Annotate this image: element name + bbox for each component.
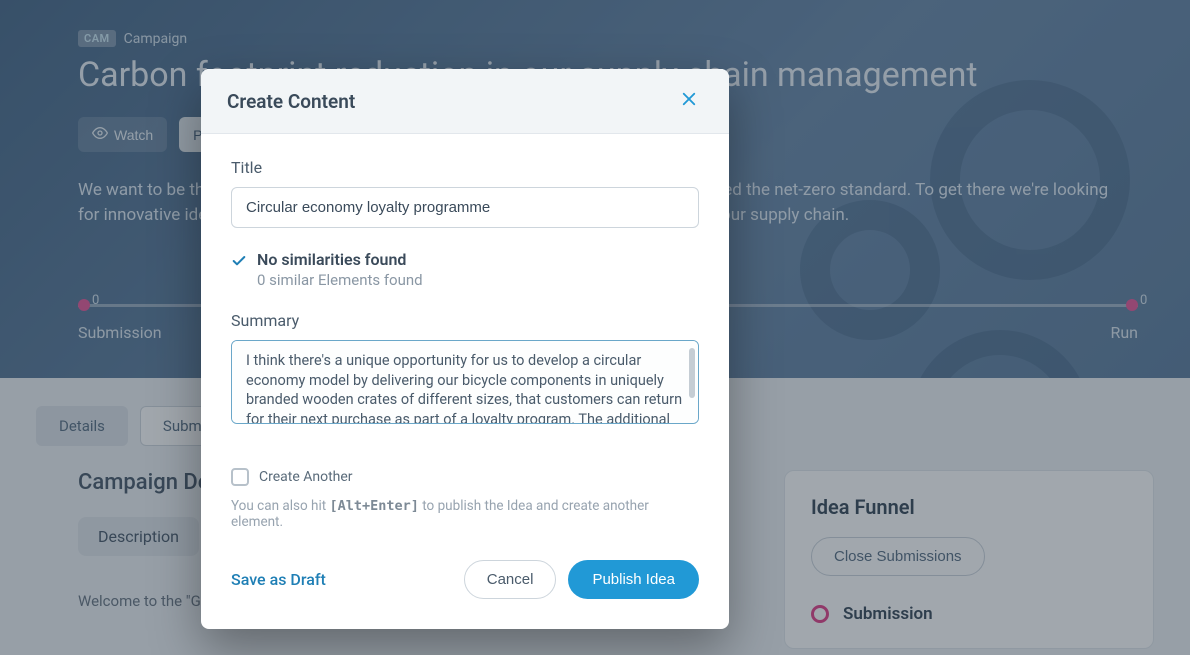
create-another-label: Create Another	[259, 469, 353, 485]
check-icon	[231, 253, 247, 289]
publish-idea-button[interactable]: Publish Idea	[568, 560, 699, 599]
similarity-title: No similarities found	[257, 250, 423, 269]
summary-textarea[interactable]	[231, 340, 699, 424]
close-icon	[680, 90, 698, 112]
summary-field-label: Summary	[231, 311, 699, 330]
save-as-draft-link[interactable]: Save as Draft	[231, 570, 326, 589]
close-button[interactable]	[675, 87, 703, 115]
similarity-subtext: 0 similar Elements found	[257, 271, 423, 289]
scrollbar[interactable]	[689, 348, 695, 398]
cancel-button[interactable]: Cancel	[464, 560, 557, 599]
create-content-modal: Create Content Title No similarities fou…	[201, 69, 729, 629]
title-input[interactable]	[231, 187, 699, 228]
title-field-label: Title	[231, 158, 699, 177]
create-another-checkbox[interactable]	[231, 468, 249, 486]
modal-title: Create Content	[227, 90, 355, 113]
keyboard-hint: You can also hit [Alt+Enter] to publish …	[231, 498, 699, 530]
